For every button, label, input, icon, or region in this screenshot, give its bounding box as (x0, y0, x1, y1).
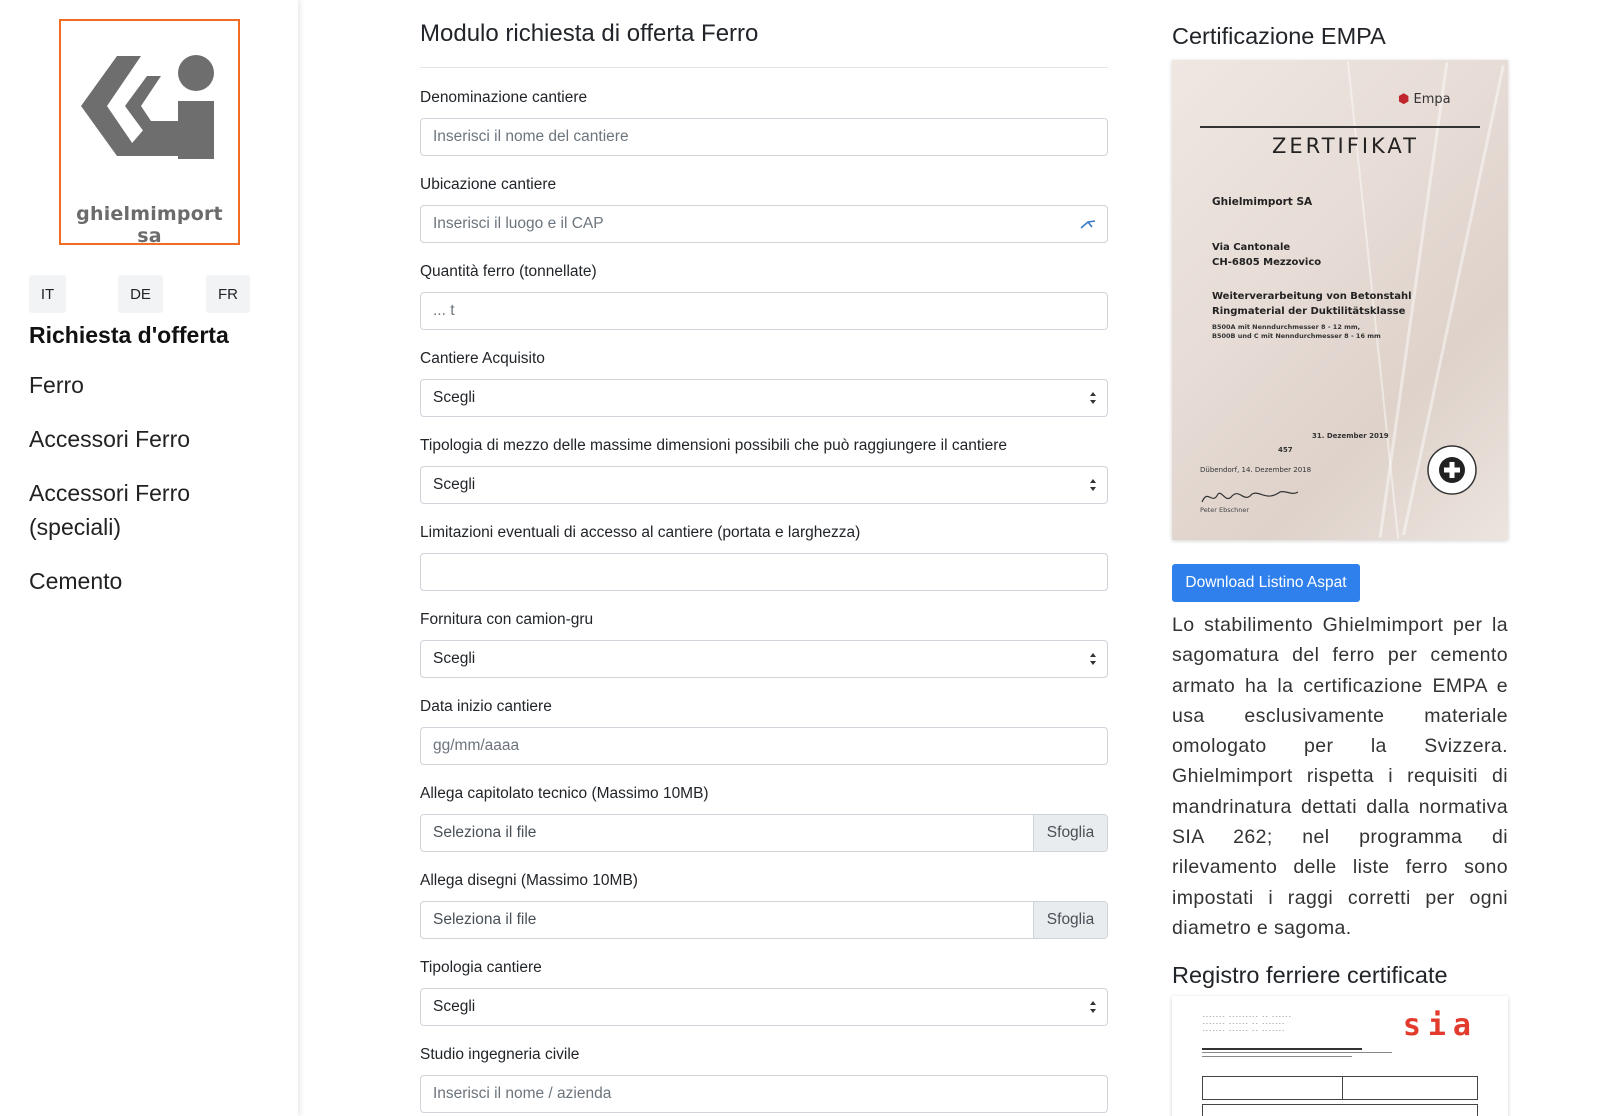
data-inizio-placeholder: gg/mm/aaaa (433, 737, 520, 754)
capitolato-browse-button[interactable]: Sfoglia (1033, 815, 1107, 851)
acquisito-select[interactable]: Scegli (420, 379, 1108, 417)
registry-title: Registro ferriere certificate (1172, 962, 1448, 988)
cert-city: CH-6805 Mezzovico (1212, 257, 1322, 268)
empa-brand: Empa (1413, 92, 1451, 107)
accreditation-seal-icon (1427, 445, 1477, 495)
disegni-label: Allega disegni (Massimo 10MB) (420, 872, 638, 889)
quantity-label: Quantità ferro (tonnellate) (420, 263, 597, 280)
language-switcher: IT DE FR (29, 275, 255, 313)
quantity-placeholder: ... t (433, 302, 455, 319)
tipologia-value: Scegli (433, 998, 476, 1015)
cert-scope-2: Ringmaterial der Duktilitätsklasse (1212, 306, 1406, 317)
mezzo-label: Tipologia di mezzo delle massime dimensi… (420, 437, 1008, 454)
nav-item-accessori-ferro[interactable]: Accessori Ferro (29, 422, 269, 456)
logo-text: ghielmimport sa (76, 203, 223, 247)
sia-logo: sia (1402, 1008, 1478, 1043)
camion-gru-label: Fornitura con camion-gru (420, 611, 594, 628)
sidebar-title: Richiesta d'offerta (29, 322, 229, 348)
data-inizio-input[interactable]: gg/mm/aaaa (420, 727, 1108, 765)
cert-scope-1: Weiterverarbeitung von Betonstahl (1212, 291, 1412, 302)
cert-valid-date: 31. Dezember 2019 (1312, 432, 1389, 440)
capitolato-label: Allega capitolato tecnico (Massimo 10MB) (420, 785, 709, 802)
nav-item-cemento[interactable]: Cemento (29, 564, 269, 598)
signature-icon (1201, 490, 1299, 503)
cert-reg-nr: 457 (1278, 446, 1293, 454)
nav-item-ferro[interactable]: Ferro (29, 368, 269, 402)
sia-header-block: ------- --------- -- ------ ------- -----… (1202, 1014, 1292, 1034)
capitolato-file-input[interactable]: Seleziona il file Sfoglia (420, 814, 1108, 852)
cert-spec-2: B500B und C mit Nenndurchmesser 8 - 16 m… (1212, 332, 1381, 340)
studio-placeholder: Inserisci il nome / azienda (433, 1085, 612, 1102)
disegni-browse-button[interactable]: Sfoglia (1033, 902, 1107, 938)
location-arrow-icon[interactable] (1079, 216, 1097, 232)
cantiere-location-input[interactable]: Inserisci il luogo e il CAP (420, 205, 1108, 243)
acquisito-label: Cantiere Acquisito (420, 350, 545, 367)
select-arrows-icon (1090, 1001, 1096, 1013)
cantiere-location-placeholder: Inserisci il luogo e il CAP (433, 215, 604, 232)
form-title: Modulo richiesta di offerta Ferro (420, 20, 759, 47)
mezzo-value: Scegli (433, 476, 476, 493)
capitolato-file-value: Seleziona il file (433, 824, 537, 841)
tipologia-select[interactable]: Scegli (420, 988, 1108, 1026)
cert-place-date: Dübendorf, 14. Dezember 2018 (1200, 466, 1312, 474)
select-arrows-icon (1090, 392, 1096, 404)
cert-heading: ZERTIFIKAT (1272, 134, 1419, 158)
cert-title: Certificazione EMPA (1172, 23, 1386, 49)
studio-input[interactable]: Inserisci il nome / azienda (420, 1075, 1108, 1113)
limitazioni-input[interactable] (420, 553, 1108, 591)
cantiere-name-label: Denominazione cantiere (420, 89, 588, 106)
acquisito-value: Scegli (433, 389, 476, 406)
empa-certificate-image[interactable]: ⬢ Empa ZERTIFIKAT Ghielmimport SA Via Ca… (1172, 60, 1508, 540)
cert-street: Via Cantonale (1212, 242, 1291, 253)
mezzo-select[interactable]: Scegli (420, 466, 1108, 504)
select-arrows-icon (1090, 653, 1096, 665)
data-inizio-label: Data inizio cantiere (420, 698, 552, 715)
camion-gru-select[interactable]: Scegli (420, 640, 1108, 678)
cert-signer: Peter Ebschner (1200, 506, 1250, 514)
certification-description: Lo stabilimento Ghielmimport per la sago… (1172, 614, 1508, 939)
sidebar-nav: Ferro Accessori Ferro Accessori Ferro (s… (29, 368, 269, 618)
cantiere-location-label: Ubicazione cantiere (420, 176, 557, 193)
sia-registry-image[interactable]: sia ------- --------- -- ------ ------- -… (1172, 996, 1508, 1116)
studio-label: Studio ingegneria civile (420, 1046, 580, 1063)
cantiere-name-input[interactable]: Inserisci il nome del cantiere (420, 118, 1108, 156)
tipologia-label: Tipologia cantiere (420, 959, 542, 976)
camion-gru-value: Scegli (433, 650, 476, 667)
quantity-input[interactable]: ... t (420, 292, 1108, 330)
empa-logo-text: ⬢ Empa (1398, 92, 1451, 107)
lang-it-button[interactable]: IT (29, 275, 66, 313)
cantiere-name-placeholder: Inserisci il nome del cantiere (433, 128, 629, 145)
cert-company: Ghielmimport SA (1212, 196, 1313, 208)
disegni-file-input[interactable]: Seleziona il file Sfoglia (420, 901, 1108, 939)
nav-item-accessori-ferro-speciali[interactable]: Accessori Ferro (speciali) (29, 476, 209, 544)
limitazioni-label: Limitazioni eventuali di accesso al cant… (420, 524, 861, 541)
lang-fr-button[interactable]: FR (206, 275, 250, 313)
download-listino-button[interactable]: Download Listino Aspat (1172, 564, 1360, 602)
select-arrows-icon (1090, 479, 1096, 491)
sidebar: ghielmimport sa IT DE FR Richiesta d'off… (0, 0, 298, 1116)
form-divider (420, 67, 1108, 68)
company-logo[interactable]: ghielmimport sa (59, 19, 240, 247)
cert-spec-1: B500A mit Nenndurchmesser 8 - 12 mm, (1212, 323, 1361, 331)
disegni-file-value: Seleziona il file (433, 911, 537, 928)
logo-mark-icon (81, 55, 214, 159)
empa-shield-icon: ⬢ (1398, 92, 1410, 107)
lang-de-button[interactable]: DE (118, 275, 163, 313)
